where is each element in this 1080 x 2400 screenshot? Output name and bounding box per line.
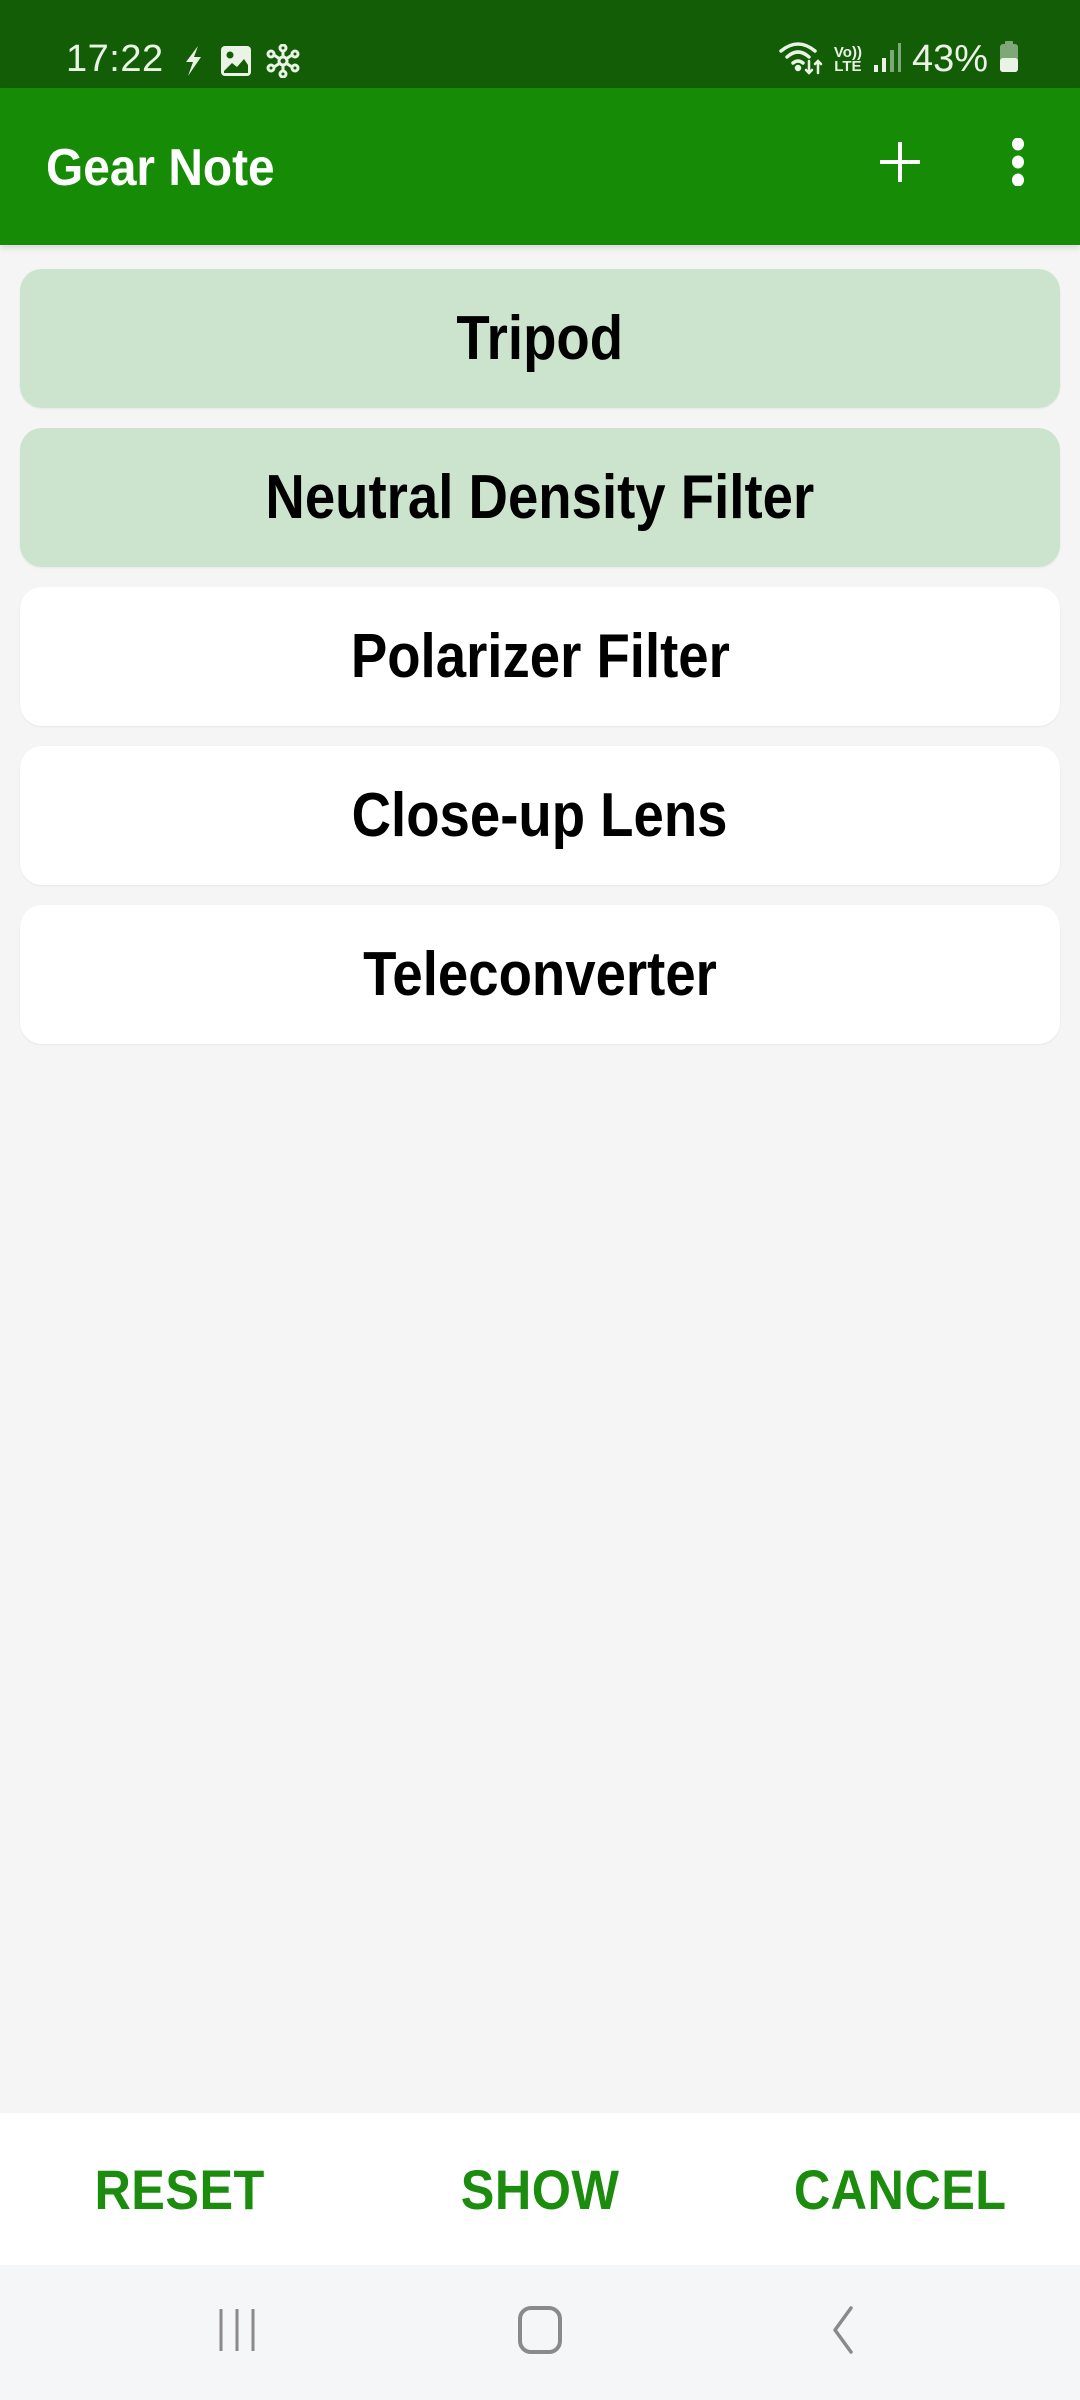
- more-vert-icon: [1010, 137, 1026, 191]
- image-icon: [220, 45, 252, 82]
- battery-icon: [998, 40, 1020, 79]
- gear-list: Tripod Neutral Density Filter Polarizer …: [20, 269, 1060, 1064]
- home-button[interactable]: [450, 2265, 630, 2400]
- back-icon: [827, 2305, 857, 2360]
- cancel-button[interactable]: CANCEL: [720, 2113, 1080, 2265]
- gear-item-label: Close-up Lens: [352, 781, 728, 850]
- plus-icon: [878, 140, 922, 189]
- flash-icon: [180, 44, 206, 83]
- signal-icon: [872, 41, 902, 78]
- volte-bottom-text: LTE: [834, 57, 862, 75]
- show-button[interactable]: SHOW: [360, 2113, 720, 2265]
- add-button[interactable]: [868, 132, 932, 196]
- gear-item-tripod[interactable]: Tripod: [20, 269, 1060, 408]
- status-time: 17:22: [66, 38, 164, 80]
- reset-button[interactable]: RESET: [0, 2113, 360, 2265]
- status-left-icons: [180, 43, 300, 83]
- gear-item-label: Teleconverter: [363, 940, 717, 1009]
- home-icon: [517, 2305, 563, 2360]
- wifi-icon: [778, 39, 824, 80]
- gear-item-label: Polarizer Filter: [350, 622, 730, 691]
- status-right-icons: Vo)) LTE 43%: [778, 38, 1020, 81]
- volte-icon: Vo)) LTE: [834, 45, 862, 75]
- reset-label: RESET: [94, 2157, 266, 2221]
- cancel-label: CANCEL: [793, 2157, 1007, 2221]
- app-title: Gear Note: [46, 139, 275, 197]
- recents-button[interactable]: [147, 2265, 327, 2400]
- system-nav-bar: [0, 2265, 1080, 2400]
- back-button[interactable]: [752, 2265, 932, 2400]
- status-bar: 17:22 Vo)) LTE 43%: [0, 0, 1080, 88]
- gear-item-polarizer-filter[interactable]: Polarizer Filter: [20, 587, 1060, 726]
- gear-item-close-up-lens[interactable]: Close-up Lens: [20, 746, 1060, 885]
- more-options-button[interactable]: [988, 132, 1048, 196]
- gear-item-label: Tripod: [456, 304, 624, 373]
- recents-icon: [215, 2307, 259, 2358]
- battery-percent: 43%: [911, 38, 988, 80]
- gear-item-teleconverter[interactable]: Teleconverter: [20, 905, 1060, 1044]
- gear-item-label: Neutral Density Filter: [265, 463, 815, 532]
- bottom-action-bar: RESET SHOW CANCEL: [0, 2113, 1080, 2265]
- show-label: SHOW: [460, 2157, 620, 2221]
- gear-item-neutral-density-filter[interactable]: Neutral Density Filter: [20, 428, 1060, 567]
- app-toolbar: Gear Note: [0, 88, 1080, 245]
- network-hub-icon: [266, 43, 300, 83]
